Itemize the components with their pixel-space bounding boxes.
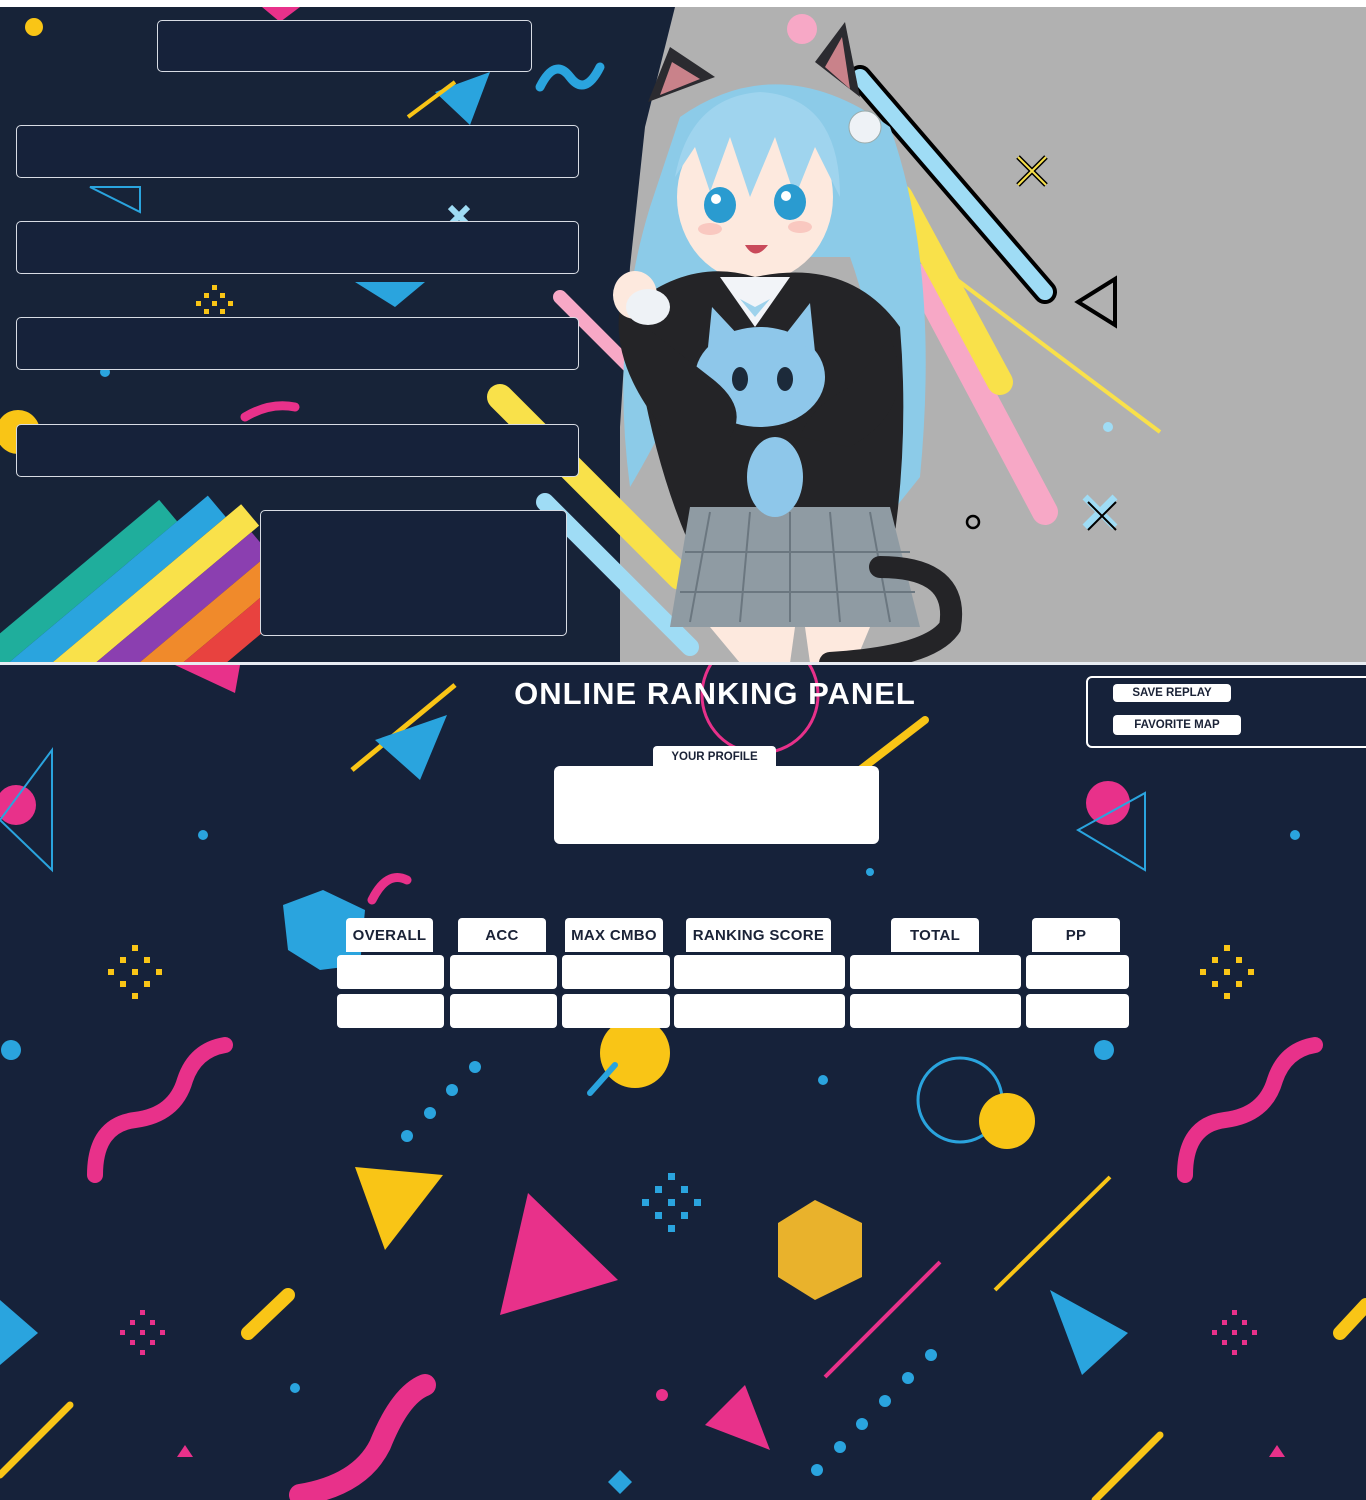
row-2-overall [337, 994, 444, 1028]
row-2-pp [1026, 994, 1129, 1028]
row-1-max-combo [562, 955, 670, 989]
header-acc: ACC [458, 918, 546, 952]
title-field[interactable] [157, 20, 532, 72]
save-replay-button[interactable]: SAVE REPLAY [1113, 684, 1231, 702]
row-2-ranking-score [674, 994, 845, 1028]
info-field-1[interactable] [16, 125, 579, 178]
favorite-map-button[interactable]: FAVORITE MAP [1113, 715, 1241, 735]
profile-tab-label: YOUR PROFILE [653, 746, 776, 768]
row-2-acc [450, 994, 557, 1028]
info-field-4[interactable] [16, 424, 579, 477]
row-2-max-combo [562, 994, 670, 1028]
row-1-total [850, 955, 1021, 989]
profile-box[interactable] [554, 766, 879, 844]
header-overall: OVERALL [346, 918, 433, 952]
info-field-3[interactable] [16, 317, 579, 370]
row-1-ranking-score [674, 955, 845, 989]
row-1-acc [450, 955, 557, 989]
info-field-2[interactable] [16, 221, 579, 274]
info-box-large[interactable] [260, 510, 567, 636]
header-total: TOTAL [891, 918, 979, 952]
header-ranking-score: RANKING SCORE [686, 918, 831, 952]
row-2-total [850, 994, 1021, 1028]
panel-title: ONLINE RANKING PANEL [514, 676, 916, 711]
cat-girl-illustration [613, 22, 963, 663]
header-max-combo: MAX CMBO [565, 918, 663, 952]
top-edge [0, 0, 1366, 7]
overlay-canvas: ONLINE RANKING PANEL YOUR PROFILE SAVE R… [0, 0, 1366, 1500]
row-1-overall [337, 955, 444, 989]
row-1-pp [1026, 955, 1129, 989]
header-pp: PP [1032, 918, 1120, 952]
